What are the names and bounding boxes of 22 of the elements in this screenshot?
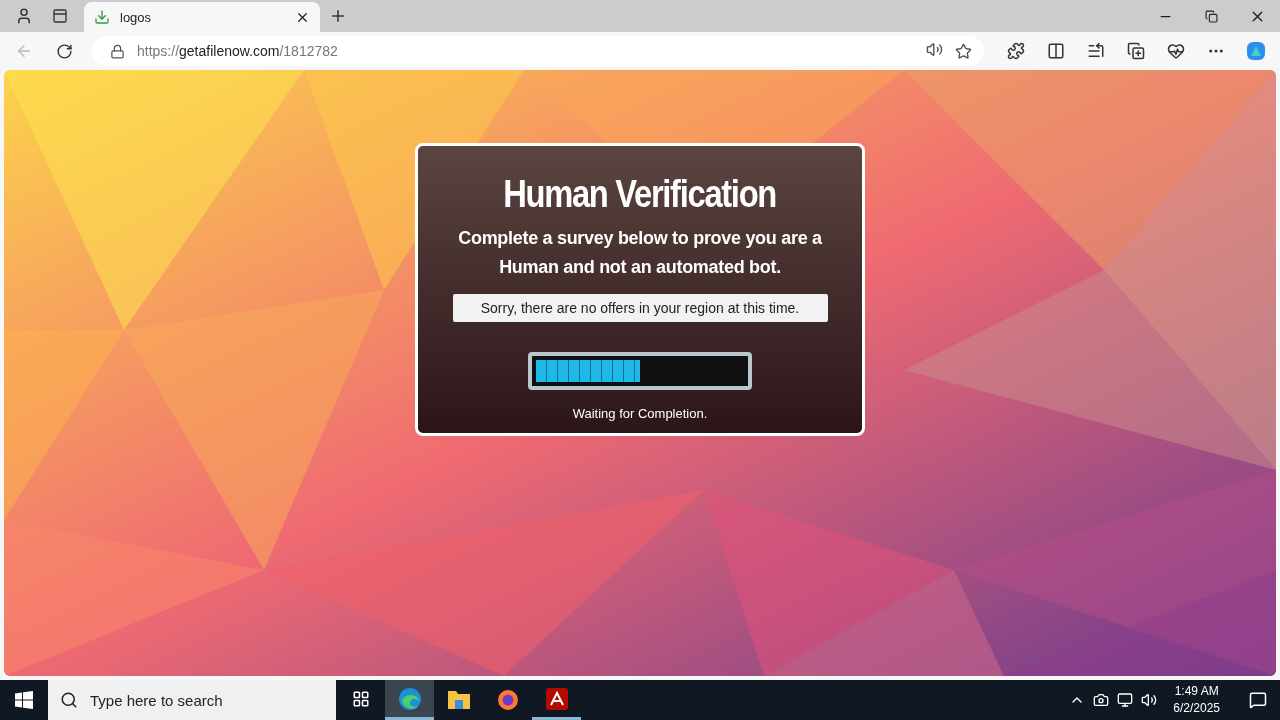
status-text: Waiting for Completion. (572, 406, 708, 421)
lock-icon (110, 43, 125, 59)
volume-icon[interactable] (1141, 692, 1158, 708)
windows-logo-icon (15, 691, 33, 709)
favorite-icon[interactable] (955, 42, 972, 60)
network-icon[interactable] (1117, 692, 1134, 708)
search-field[interactable]: Type here to search (48, 680, 336, 720)
dialog-title: Human Verification (503, 172, 777, 216)
address-bar[interactable]: https://getafilenow.com/1812782 (92, 36, 984, 66)
clock[interactable]: 1:49 AM 6/2/2025 (1165, 683, 1228, 717)
notice-message: Sorry, there are no offers in your region at this time. (452, 294, 828, 322)
browser-tab[interactable]: logos (84, 2, 320, 32)
tab-title: logos (120, 9, 153, 25)
clock-date: 6/2/2025 (1173, 700, 1220, 717)
edge-icon (397, 686, 422, 711)
dialog-message: Complete a survey below to prove you are a Human and not an automated bot. (457, 227, 823, 279)
clock-time: 1:49 AM (1174, 683, 1219, 700)
search-icon (60, 691, 78, 709)
download-icon (94, 9, 110, 25)
camera-icon[interactable] (1093, 692, 1110, 708)
acrobat-icon (545, 687, 568, 710)
search-placeholder: Type here to search (90, 691, 223, 709)
